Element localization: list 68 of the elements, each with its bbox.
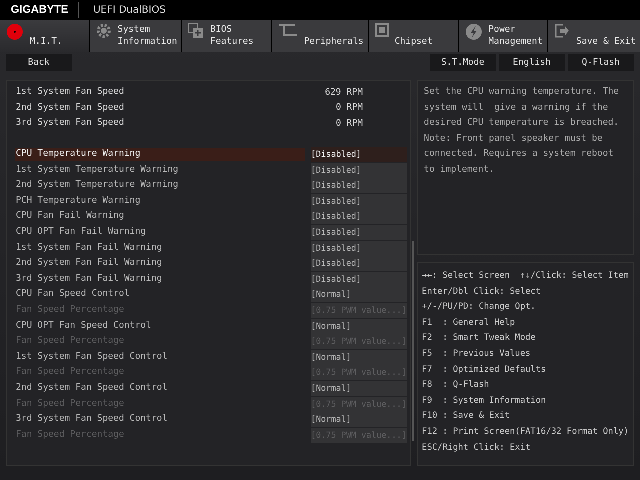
exit-icon <box>554 23 570 39</box>
setting-value[interactable]: [Disabled] <box>311 209 408 224</box>
menu-tab[interactable]: Power Management <box>458 20 548 52</box>
reading-label: 1st System Fan Speed <box>15 86 126 100</box>
key-help-line: →←: Select Screen ↑↓/Click: Select Item <box>422 270 629 283</box>
setting-label[interactable]: 3rd System Fan Fail Warning <box>15 272 306 286</box>
menu-tab[interactable]: Chipset <box>368 20 458 52</box>
setting-label[interactable]: 2nd System Fan Fail Warning <box>15 257 306 270</box>
key-help-line: ESC/Right Click: Exit <box>422 442 532 455</box>
setting-label[interactable]: CPU Fan Speed Control <box>15 288 306 302</box>
chip-icon <box>374 23 389 37</box>
key-help-line: +/-/PU/PD: Change Opt. <box>422 301 537 314</box>
reading-label: 2nd System Fan Speed <box>15 102 126 115</box>
menu-tab[interactable]: Save & Exit <box>548 20 640 52</box>
menu-tab[interactable]: Peripherals <box>272 20 368 52</box>
key-help-line: F7 : Optimized Defaults <box>422 364 548 377</box>
key-help-line: F5 : Previous Values <box>422 348 532 361</box>
menu-tab[interactable]: System Information <box>90 20 182 52</box>
menu-tab[interactable]: M.I.T. <box>0 20 89 52</box>
setting-value[interactable]: [Disabled] <box>311 272 408 287</box>
key-help-line: F12 : Print Screen(FAT16/32 Format Only) <box>422 426 629 439</box>
chip-plus-icon <box>188 23 204 39</box>
setting-label[interactable]: 1st System Fan Speed Control <box>15 350 306 364</box>
key-help-line: F2 : Smart Tweak Mode <box>422 332 537 346</box>
reading-label: 3rd System Fan Speed <box>15 117 126 130</box>
connector-icon <box>278 23 298 37</box>
reading-value: 629 RPM <box>324 88 364 98</box>
setting-value[interactable]: [Disabled] <box>311 178 408 194</box>
back-button[interactable]: Back <box>6 54 72 71</box>
setting-value[interactable]: [Normal] <box>311 412 408 428</box>
setting-label[interactable]: CPU OPT Fan Speed Control <box>15 320 306 333</box>
bios-title: UEFI DualBIOS <box>92 4 166 16</box>
scrollbar[interactable] <box>412 241 414 441</box>
setting-label[interactable]: CPU Temperature Warning <box>15 148 306 162</box>
setting-label[interactable]: 3rd System Fan Speed Control <box>15 413 306 426</box>
toolbar-button[interactable]: Q-Flash <box>568 54 634 71</box>
key-help-line: F9 : System Information <box>422 394 548 408</box>
setting-label[interactable]: CPU OPT Fan Fail Warning <box>15 226 306 240</box>
key-help-line: F8 : Q-Flash <box>422 379 490 392</box>
setting-label[interactable]: PCH Temperature Warning <box>15 194 306 208</box>
brand-logo: GIGABYTE <box>0 2 80 18</box>
setting-label[interactable]: 1st System Temperature Warning <box>15 164 306 177</box>
gear-icon <box>96 23 112 39</box>
toolbar-button[interactable]: English <box>499 54 565 71</box>
setting-value[interactable]: [Disabled] <box>311 256 408 272</box>
key-help-line: F10 : Save & Exit <box>422 410 511 424</box>
reading-value: 0 RPM <box>334 103 364 114</box>
setting-label[interactable]: CPU Fan Fail Warning <box>15 210 306 224</box>
reading-value: 0 RPM <box>334 118 364 129</box>
circle-dot-icon <box>6 23 24 41</box>
setting-label[interactable]: 1st System Fan Fail Warning <box>15 242 306 255</box>
setting-label[interactable]: 2nd System Fan Speed Control <box>15 382 306 395</box>
toolbar-button[interactable]: S.T.Mode <box>430 54 496 71</box>
setting-value[interactable]: [Disabled] <box>311 147 408 162</box>
key-help-line: Enter/Dbl Click: Select <box>422 286 542 299</box>
setting-value[interactable]: [Normal] <box>311 380 408 396</box>
setting-label[interactable]: 2nd System Temperature Warning <box>15 179 306 192</box>
setting-value[interactable]: [Normal] <box>311 350 408 365</box>
setting-value[interactable]: [Disabled] <box>311 225 408 240</box>
setting-value[interactable]: [Disabled] <box>311 240 408 256</box>
menu-tab[interactable]: BIOS Features <box>182 20 272 52</box>
lightning-icon <box>464 23 483 41</box>
setting-value[interactable]: [Normal] <box>311 287 408 302</box>
key-help-line: F1 : General Help <box>422 316 516 330</box>
setting-value[interactable]: [Disabled] <box>311 162 408 178</box>
setting-value[interactable]: [Disabled] <box>311 194 408 209</box>
help-text: Set the CPU warning temperature. The system will give a warning if the desired CPU temperature is breached. Note: Front panel speaker must be connected. Requires a system reboot to implement. <box>424 86 620 177</box>
setting-value[interactable]: [Normal] <box>311 318 408 334</box>
